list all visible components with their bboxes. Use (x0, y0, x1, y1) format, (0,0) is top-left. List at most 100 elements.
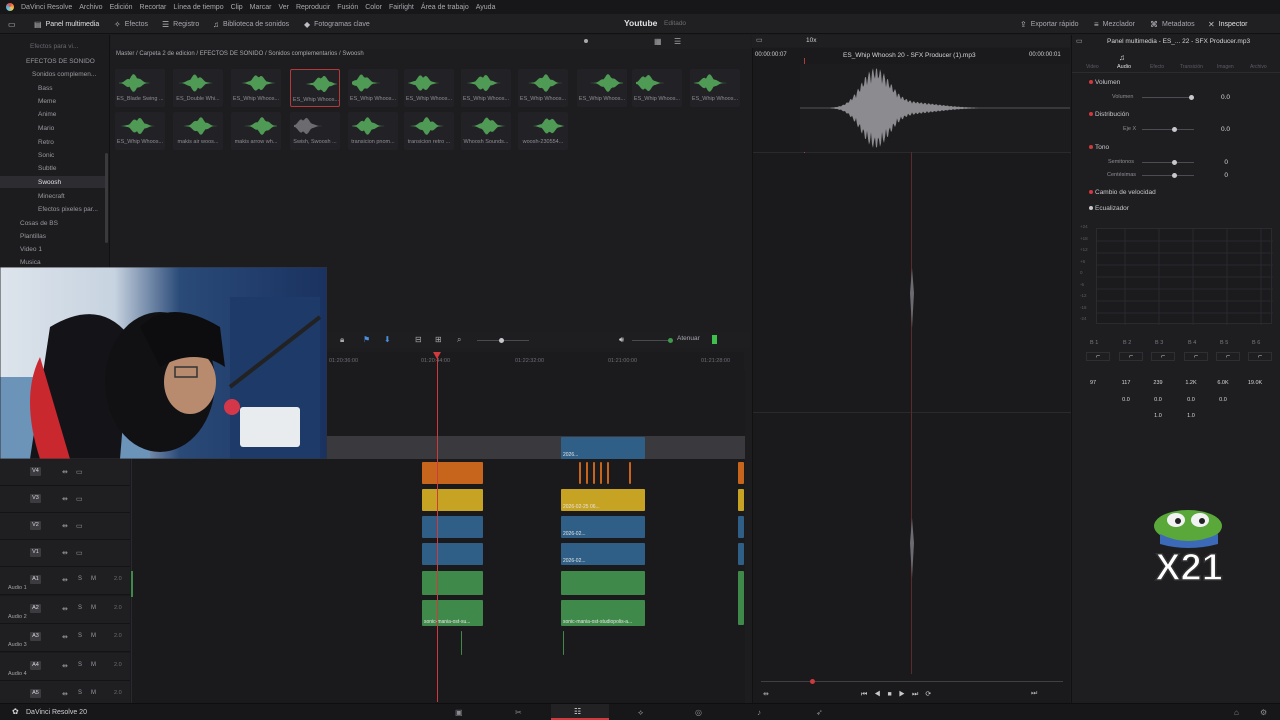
cut-page-icon[interactable]: ✂ (515, 708, 522, 717)
bin-item[interactable]: EFECTOS DE SONIDO (26, 58, 95, 65)
eje-x-value[interactable]: 0.0 (1200, 126, 1230, 133)
menu-item-marcar[interactable]: Marcar (250, 4, 272, 11)
bin-item[interactable]: Efectos pixeles par... (38, 206, 98, 213)
audio-track-header[interactable]: A2 Audio 2 ⇹ S M 2.0 (0, 595, 130, 624)
tab-transicion[interactable]: Transición (1180, 64, 1203, 70)
settings-icon[interactable]: ⚙ (1260, 708, 1267, 717)
efectos-button[interactable]: ✧ Efectos (114, 17, 148, 31)
playhead[interactable] (437, 352, 438, 702)
atenuar-button[interactable]: Atenuar (677, 335, 700, 342)
video-track-header[interactable]: V1 ⇹ ▭ (0, 540, 130, 567)
eq-band-label[interactable]: B 6 (1252, 340, 1260, 346)
monitor-icon[interactable]: ▭ (76, 468, 83, 476)
bin-item[interactable]: Bass (38, 85, 52, 92)
bin-item-selected[interactable]: Swoosh (0, 176, 106, 188)
solo-button[interactable]: S (78, 690, 82, 696)
eq-filter-type-dropdown[interactable]: ⌐ (1119, 352, 1143, 361)
inspector-button[interactable]: ✕ Inspector (1208, 17, 1248, 31)
audio-clip-thumbnail[interactable]: ES_Whip Whoos... (404, 69, 454, 107)
mute-button[interactable]: M (91, 576, 96, 582)
video-clip[interactable] (422, 462, 483, 484)
audio-clip[interactable] (422, 571, 483, 595)
lock-icon[interactable]: 🔒︎ (340, 335, 344, 345)
monitor-icon[interactable]: ▭ (76, 495, 83, 503)
menu-item-app[interactable]: DaVinci Resolve (21, 4, 72, 11)
audio-clip-thumbnail[interactable]: ES_Whip Whoos... (348, 69, 398, 107)
mezclador-button[interactable]: ≡ Mezclador (1094, 17, 1135, 31)
enable-dot-icon[interactable] (1089, 190, 1093, 194)
audio-clip-thumbnail[interactable]: makis air woos... (173, 112, 223, 150)
tab-archivo[interactable]: Archivo (1250, 64, 1267, 70)
sidebar-scrollbar[interactable] (105, 153, 108, 243)
audio-track-header[interactable]: A1 Audio 1 ⇹ S M 2.0 (0, 567, 130, 595)
list-view-icon[interactable]: ☰ (674, 37, 681, 46)
mute-button[interactable]: M (91, 605, 96, 611)
bin-item[interactable]: Sonidos complemen... (32, 71, 96, 78)
link-icon[interactable]: ⇹ (62, 576, 68, 584)
eq-gain-value[interactable]: 0.0 (1143, 397, 1173, 403)
semitonos-value[interactable]: 0 (1198, 159, 1228, 166)
eq-filter-type-dropdown[interactable]: ⌐ (1216, 352, 1240, 361)
fotogramas-clave-button[interactable]: ◆ Fotogramas clave (304, 17, 370, 31)
eq-frequency-value[interactable]: 19.0K (1240, 380, 1270, 386)
video-clip[interactable] (738, 462, 744, 484)
semitonos-slider[interactable] (1142, 160, 1194, 165)
bin-item[interactable]: Minecraft (38, 193, 65, 200)
video-clip[interactable] (738, 543, 744, 565)
zoom-full-icon[interactable]: ⊟ (415, 335, 422, 344)
eq-filter-type-dropdown[interactable]: ⌐ (1184, 352, 1208, 361)
menu-item-edicion[interactable]: Edición (110, 4, 133, 11)
video-clip[interactable]: 2026... (561, 437, 645, 459)
mute-button[interactable]: M (91, 662, 96, 668)
eq-band-label[interactable]: B 1 (1090, 340, 1098, 346)
eq-frequency-value[interactable]: 1.2K (1176, 380, 1206, 386)
audio-clip[interactable] (738, 571, 744, 625)
solo-button[interactable]: S (78, 605, 82, 611)
bin-item[interactable]: Cosas de BS (20, 220, 58, 227)
eq-gain-value[interactable]: 0.0 (1111, 397, 1141, 403)
eq-band-label[interactable]: B 4 (1188, 340, 1196, 346)
audio-clip-thumbnail[interactable]: ES_Whip Whoos... (577, 69, 627, 107)
monitor-icon[interactable]: ▭ (76, 549, 83, 557)
bin-item[interactable]: Meme (38, 98, 56, 105)
eq-frequency-value[interactable]: 117 (1111, 380, 1141, 386)
video-track-header[interactable]: V3 ⇹ ▭ (0, 486, 130, 513)
video-clip-slice[interactable] (586, 462, 588, 484)
bin-item[interactable]: Retro (38, 139, 54, 146)
panel-multimedia-button[interactable]: ▤ Panel multimedia (34, 17, 99, 31)
audio-clip-thumbnail[interactable]: transicion pnom... (348, 112, 398, 150)
audio-clip[interactable]: sonic-mania-ost-studiopolis-a... (561, 600, 645, 626)
solo-button[interactable]: S (78, 576, 82, 582)
menu-item-recortar[interactable]: Recortar (140, 4, 167, 11)
video-clip-slice[interactable] (579, 462, 581, 484)
mute-button[interactable]: M (91, 690, 96, 696)
audio-clip-thumbnail[interactable]: ES_Blade Swing ... (115, 69, 165, 107)
video-clip[interactable] (422, 516, 483, 538)
eq-frequency-value[interactable]: 6.0K (1208, 380, 1238, 386)
fusion-page-icon[interactable]: ⟡ (638, 708, 643, 718)
audio-clip-thumbnail[interactable]: woosh-230554... (518, 112, 568, 150)
eq-filter-type-dropdown[interactable]: ⌐ (1248, 352, 1272, 361)
menu-item-ayuda[interactable]: Ayuda (476, 4, 496, 11)
mute-button[interactable]: M (91, 633, 96, 639)
video-track-header[interactable]: V2 ⇹ ▭ (0, 513, 130, 540)
bin-item[interactable]: Efectos para vi... (30, 43, 78, 50)
link-icon[interactable]: ⇹ (62, 605, 68, 613)
video-clip-slice[interactable] (600, 462, 602, 484)
tab-video[interactable]: Video (1086, 64, 1099, 70)
audio-clip[interactable]: sonic-mania-ost-su... (422, 600, 483, 626)
link-icon[interactable]: ⇹ (62, 468, 68, 476)
volumen-section-title[interactable]: Volumen (1089, 79, 1120, 86)
video-clip[interactable]: 2026-02... (561, 516, 645, 538)
bin-item[interactable]: Musica (20, 259, 41, 266)
audio-clip-thumbnail[interactable]: ES_Whip Whoos... (690, 69, 740, 107)
enable-dot-icon[interactable] (1089, 80, 1093, 84)
monitor-icon[interactable]: ▭ (76, 522, 83, 530)
enable-dot-icon[interactable] (1089, 206, 1093, 210)
zoom-dropdown[interactable]: 10x (806, 37, 816, 44)
cambio-velocidad-section[interactable]: Cambio de velocidad (1089, 189, 1156, 196)
link-icon[interactable]: ⇹ (62, 495, 68, 503)
audio-clip-thumbnail[interactable]: ES_Whip Whoos... (461, 69, 511, 107)
edit-page-tab[interactable]: ☷ (551, 704, 609, 720)
audio-clip-thumbnail[interactable]: ES_Whip Whoos... (632, 69, 682, 107)
